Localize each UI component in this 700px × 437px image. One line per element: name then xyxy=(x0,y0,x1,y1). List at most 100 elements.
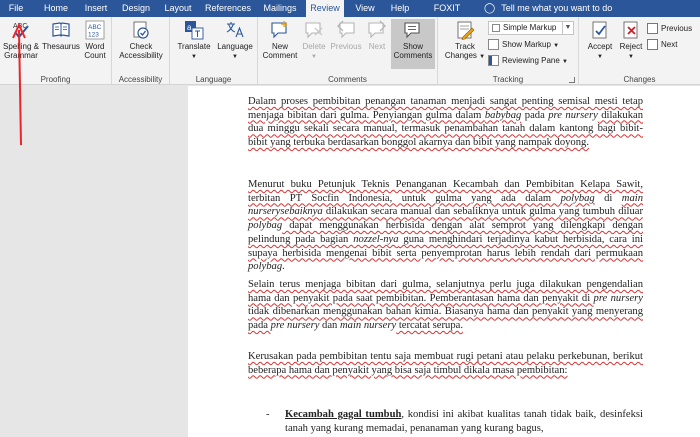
tab-mailings[interactable]: Mailings xyxy=(261,0,299,17)
group-label-changes: Changes xyxy=(623,75,656,84)
next-change-button[interactable]: Next xyxy=(647,38,677,52)
track-changes-label-1: Track xyxy=(455,42,475,51)
paragraph-4[interactable]: Kerusakan pada pembibitan tentu saja mem… xyxy=(248,350,643,377)
word-count-label-1: Word xyxy=(85,42,105,51)
thesaurus-label: Thesaurus xyxy=(42,42,80,51)
p3-run: tercatat serupa. xyxy=(396,320,463,332)
tab-review[interactable]: Review xyxy=(306,0,344,17)
word-count-button[interactable]: ABC 123 Word Count xyxy=(80,20,110,60)
p1-run: babybag xyxy=(484,109,522,121)
reject-label: Reject xyxy=(619,42,643,51)
spelling-label: Spelling & xyxy=(2,42,40,51)
show-markup-caret-icon: ▼ xyxy=(553,43,560,49)
p2-run: polybag xyxy=(248,220,283,232)
paragraph-3[interactable]: Selain terus menjaga bibitan dari gulma,… xyxy=(248,278,643,333)
word-count-number-glyph: 123 xyxy=(88,32,99,39)
book-icon xyxy=(52,22,70,37)
show-comments-icon xyxy=(404,22,420,39)
accept-button[interactable]: Accept ▼ xyxy=(583,20,617,62)
thesaurus-button[interactable]: Thesaurus xyxy=(42,20,80,51)
show-comments-button[interactable]: Show Comments xyxy=(391,19,435,69)
markup-mode-icon xyxy=(492,24,500,32)
delete-comment-button[interactable]: Delete ▼ xyxy=(300,20,328,62)
tab-insert[interactable]: Insert xyxy=(80,0,112,17)
new-comment-button[interactable]: New Comment xyxy=(260,20,300,60)
word-count-label-2: Count xyxy=(84,51,106,60)
language-icon xyxy=(226,22,244,38)
p2-run: . xyxy=(282,261,285,273)
document-page[interactable]: Dalam proses pembibitan penangan tanaman… xyxy=(188,86,700,437)
paragraph-1[interactable]: Dalam proses pembibitan penangan tanaman… xyxy=(248,95,643,150)
previous-change-label: Previous xyxy=(661,24,693,33)
tell-me-text: Tell me what you want to do xyxy=(501,3,613,13)
group-label-proofing: Proofing xyxy=(40,75,71,84)
tab-references[interactable]: References xyxy=(203,0,253,17)
show-markup-button[interactable]: Show Markup ▼ xyxy=(488,38,559,52)
group-changes: Accept ▼ Reject ▼ Previous Next Changes xyxy=(579,17,700,85)
next-comment-button[interactable]: Next xyxy=(364,20,390,51)
previous-change-icon xyxy=(647,23,658,35)
reviewing-pane-button[interactable]: Reviewing Pane ▼ xyxy=(488,54,568,68)
grammar-label: Grammar xyxy=(4,51,38,60)
reject-caret-icon: ▼ xyxy=(628,54,634,60)
next-comment-icon xyxy=(368,20,386,39)
translate-button[interactable]: a Translate ▼ xyxy=(174,20,214,62)
group-tracking: Track Changes ▼ Simple Markup ▼ Show Mar… xyxy=(438,17,579,85)
group-accessibility: Check Accessibility Accessibility xyxy=(112,17,170,85)
spelling-check-icon: ABC xyxy=(13,23,29,39)
tab-view[interactable]: View xyxy=(351,0,379,17)
markup-mode-dropdown[interactable]: Simple Markup ▼ xyxy=(488,21,574,35)
svg-text:a: a xyxy=(187,23,192,32)
group-proofing: ABC Spelling & Grammar Thesaurus ABC 123 xyxy=(0,17,112,85)
delete-caret-icon: ▼ xyxy=(311,54,317,60)
tracking-dialog-launcher-icon[interactable] xyxy=(569,77,575,83)
chevron-down-icon: ▼ xyxy=(562,22,573,34)
reviewing-pane-caret-icon: ▼ xyxy=(562,59,568,65)
accept-caret-icon: ▼ xyxy=(597,54,603,60)
tab-home[interactable]: Home xyxy=(40,0,72,17)
p3-run: dan xyxy=(319,320,340,332)
p1-run: pre nursery xyxy=(548,109,598,121)
next-change-icon xyxy=(647,39,658,51)
previous-comment-button[interactable]: Previous xyxy=(328,20,364,51)
ribbon-tab-bar: File Home Insert Design Layout Reference… xyxy=(0,0,700,29)
track-changes-icon xyxy=(457,21,475,40)
spelling-grammar-button[interactable]: ABC Spelling & Grammar xyxy=(2,20,40,60)
list-item-kecambah[interactable]: Kecambah gagal tumbuh, kondisi ini akiba… xyxy=(285,408,643,435)
reviewing-pane-icon xyxy=(488,55,499,67)
check-accessibility-button[interactable]: Check Accessibility xyxy=(114,20,168,60)
reject-button[interactable]: Reject ▼ xyxy=(617,20,645,62)
translate-label: Translate xyxy=(177,42,211,51)
p3-run: main nursery xyxy=(340,320,397,332)
tab-file[interactable]: File xyxy=(4,0,28,17)
show-comments-label-1: Show xyxy=(402,42,423,51)
previous-change-button[interactable]: Previous xyxy=(647,22,692,36)
show-markup-icon xyxy=(488,39,499,51)
group-comments: New Comment Delete ▼ Previous Next Show … xyxy=(258,17,438,85)
translate-icon: a xyxy=(185,21,204,40)
group-language: a Translate ▼ Language ▼ Language xyxy=(170,17,258,85)
track-changes-button[interactable]: Track Changes ▼ xyxy=(444,20,486,62)
group-label-accessibility: Accessibility xyxy=(118,75,163,84)
language-button[interactable]: Language ▼ xyxy=(214,20,256,62)
list-item-title: Kecambah gagal tumbuh xyxy=(285,409,402,420)
paragraph-2[interactable]: Menurut buku Petunjuk Teknis Penanganan … xyxy=(248,178,643,274)
delete-comment-icon xyxy=(305,22,323,39)
tab-design[interactable]: Design xyxy=(120,0,152,17)
accept-label: Accept xyxy=(587,42,613,51)
list-bullet-dash: - xyxy=(266,409,270,420)
p3-run: Selain terus menjaga bibitan dari gulma,… xyxy=(248,279,643,304)
tab-layout[interactable]: Layout xyxy=(162,0,194,17)
show-comments-label-2: Comments xyxy=(393,51,433,60)
reject-icon xyxy=(623,21,638,39)
group-label-comments: Comments xyxy=(328,75,367,84)
p1-run: pada xyxy=(521,109,549,121)
track-changes-caret-icon: ▼ xyxy=(479,54,486,60)
tab-help[interactable]: Help xyxy=(387,0,413,17)
p4-run: Kerusakan pada pembibitan tentu saja mem… xyxy=(248,351,643,376)
group-label-tracking: Tracking xyxy=(492,75,524,84)
delete-comment-label: Delete xyxy=(302,42,326,51)
tell-me-search[interactable]: ◯ Tell me what you want to do xyxy=(484,0,612,17)
tab-foxit-pdf[interactable]: FOXIT PDF xyxy=(424,0,470,29)
previous-comment-label: Previous xyxy=(330,42,362,51)
